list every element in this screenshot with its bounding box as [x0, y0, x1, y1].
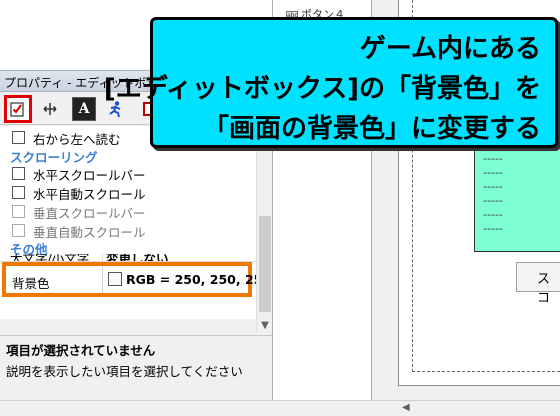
option-label: 垂直スクロールバー: [33, 206, 146, 221]
checkbox[interactable]: [12, 186, 25, 199]
description-text: 説明を表示したい項目を選択してください: [6, 364, 243, 379]
checkbox-disabled: [12, 224, 25, 237]
editbox-line: -----: [483, 166, 503, 179]
editbox-line: -----: [483, 222, 503, 235]
checkbox-pencil-icon[interactable]: [4, 95, 32, 123]
horizontal-scrollbar[interactable]: ◀: [0, 400, 560, 416]
property-scrollbar[interactable]: ▼: [256, 126, 272, 333]
property-row[interactable]: 大文字/小文字 変更しない: [0, 254, 256, 262]
option-label: 右から左へ読む: [33, 132, 121, 147]
property-key: 背景色: [12, 276, 50, 291]
canvas-button-object[interactable]: スコ: [516, 262, 560, 306]
editbox-line: -----: [483, 180, 503, 193]
column-divider: [102, 266, 103, 293]
scrollbar-thumb[interactable]: [259, 216, 271, 312]
property-key: 大文字/小文字: [10, 254, 90, 262]
option-label: 水平自動スクロール: [33, 187, 146, 202]
editbox-line: -----: [483, 208, 503, 221]
list-item[interactable]: 水平自動スクロール: [0, 183, 256, 202]
description-title: 項目が選択されていません: [6, 343, 156, 358]
property-value: 変更しない: [106, 254, 169, 262]
move-arrows-icon[interactable]: [38, 97, 62, 121]
chevron-left-icon[interactable]: ◀: [402, 402, 410, 413]
editbox-line: -----: [483, 152, 503, 165]
color-swatch[interactable]: [108, 272, 122, 286]
annotation-callout: ゲーム内にある [エディットボックス]の「背景色」を 「画面の背景色」に変更する: [104, 17, 558, 148]
checkbox[interactable]: [12, 131, 25, 144]
description-panel: 項目が選択されていません 説明を表示したい項目を選択してください: [0, 335, 272, 400]
list-item: 垂直自動スクロール: [0, 221, 256, 240]
font-a-icon[interactable]: A: [72, 97, 96, 121]
option-label: 水平スクロールバー: [33, 168, 146, 183]
checkbox-disabled: [12, 205, 25, 218]
property-value: RGB = 250, 250, 250: [126, 272, 272, 287]
callout-line-1: ゲーム内にある: [359, 34, 541, 64]
list-item: 垂直スクロールバー: [0, 202, 256, 221]
callout-line-3: 「画面の背景色」に変更する: [202, 114, 541, 144]
column-divider: [102, 254, 103, 261]
checkbox[interactable]: [12, 167, 25, 180]
list-item[interactable]: 水平スクロールバー: [0, 164, 256, 183]
editbox-line: -----: [483, 194, 503, 207]
callout-line-2: [エディットボックス]の「背景色」を: [103, 74, 541, 104]
edit-box-object[interactable]: ----- ----- ----- ----- ----- -----: [474, 146, 560, 252]
chevron-down-icon[interactable]: ▼: [257, 320, 273, 331]
background-color-row[interactable]: 背景色 RGB = 250, 250, 250: [2, 262, 271, 297]
